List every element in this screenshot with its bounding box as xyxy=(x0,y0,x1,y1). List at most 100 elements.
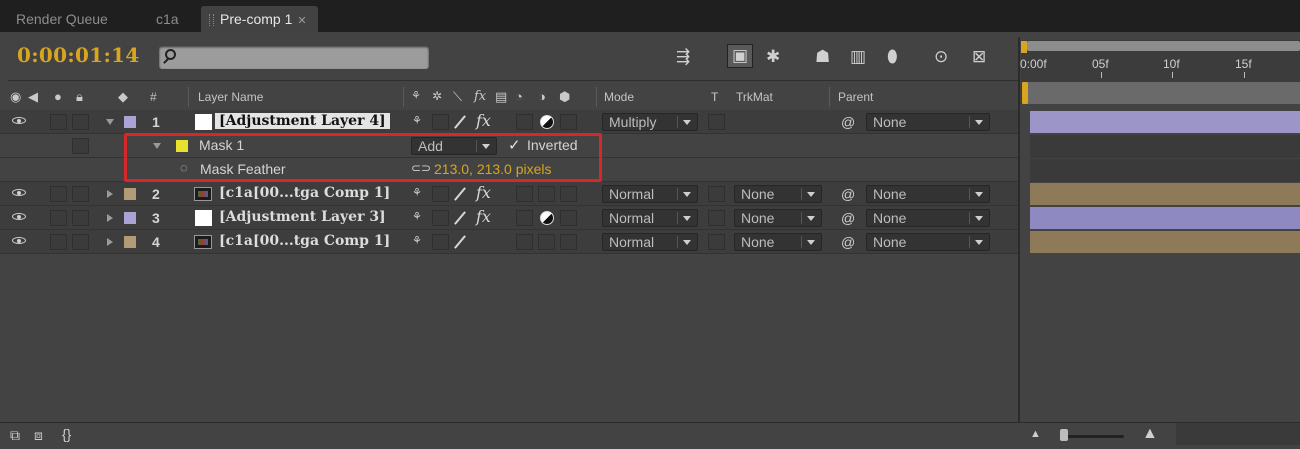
parent-dropdown[interactable]: None xyxy=(866,113,990,131)
pick-whip-icon[interactable]: @ xyxy=(841,210,855,226)
composition-mini-flowchart-icon[interactable]: ⇶ xyxy=(676,47,690,67)
zoom-slider[interactable] xyxy=(1060,435,1124,438)
shy-icon[interactable]: ⚘ xyxy=(412,210,422,223)
grip-icon[interactable] xyxy=(209,14,214,27)
draft-3d-icon[interactable]: ▣ xyxy=(727,44,753,68)
current-time-indicator[interactable] xyxy=(1022,82,1028,104)
label-color-swatch[interactable] xyxy=(124,188,136,200)
tab-c1a[interactable]: c1a xyxy=(148,6,187,32)
quality-icon[interactable] xyxy=(454,235,466,249)
layer-duration-bar[interactable] xyxy=(1030,207,1300,229)
adjustment-layer-icon[interactable] xyxy=(540,115,554,129)
lock-toggle[interactable] xyxy=(72,234,89,250)
transfer-controls-toggle-icon[interactable]: ⧈ xyxy=(34,427,43,444)
3d-layer-switch[interactable] xyxy=(560,210,577,226)
mode-header[interactable]: Mode xyxy=(604,90,634,104)
collapse-switch[interactable] xyxy=(432,186,449,202)
layer-name-header[interactable]: Layer Name xyxy=(198,90,263,104)
track-matte-dropdown[interactable]: None xyxy=(734,185,822,203)
solo-toggle[interactable] xyxy=(50,114,67,130)
3d-layer-switch[interactable] xyxy=(560,114,577,130)
eye-icon[interactable] xyxy=(11,211,27,221)
label-color-swatch[interactable] xyxy=(124,116,136,128)
expand-twirl-icon[interactable] xyxy=(106,119,114,125)
adjustment-layer-icon[interactable] xyxy=(540,211,554,225)
adjustment-switch[interactable] xyxy=(538,186,555,202)
effects-icon[interactable]: fx xyxy=(476,111,491,130)
layer-duration-bar[interactable] xyxy=(1030,111,1300,133)
motion-blur-icon[interactable]: ▥ xyxy=(850,47,866,67)
pick-whip-icon[interactable]: @ xyxy=(841,114,855,130)
blend-mode-dropdown[interactable]: Multiply xyxy=(602,113,698,131)
layer-name[interactable]: [Adjustment Layer 4] xyxy=(215,113,390,129)
search-input[interactable] xyxy=(159,46,429,69)
motion-blur-switch[interactable] xyxy=(516,114,533,130)
quality-icon[interactable] xyxy=(454,211,466,225)
track-matte-dropdown[interactable]: None xyxy=(734,209,822,227)
preserve-transparency-checkbox[interactable] xyxy=(708,114,725,130)
expand-twirl-icon[interactable] xyxy=(107,214,113,222)
tab-render-queue[interactable]: Render Queue xyxy=(8,6,116,32)
tab-pre-comp-1[interactable]: Pre-comp 1 ✕ xyxy=(201,6,318,32)
chart-toggle-icon[interactable]: ⊠ xyxy=(972,47,986,67)
collapse-switch[interactable] xyxy=(432,210,449,226)
layer-switches-toggle-icon[interactable]: ⧉ xyxy=(10,427,20,444)
quality-icon[interactable] xyxy=(454,115,466,129)
brainstorm-icon[interactable]: ⬮ xyxy=(887,47,898,67)
motion-blur-switch[interactable] xyxy=(516,186,533,202)
effects-icon[interactable]: fx xyxy=(476,183,491,202)
lock-toggle[interactable] xyxy=(72,138,89,154)
layer-name[interactable]: [c1a[00...tga Comp 1] xyxy=(219,185,390,201)
collapse-switch[interactable] xyxy=(432,114,449,130)
time-navigator[interactable] xyxy=(1028,82,1300,104)
eye-icon[interactable] xyxy=(11,115,27,125)
label-color-swatch[interactable] xyxy=(124,236,136,248)
expand-twirl-icon[interactable] xyxy=(107,238,113,246)
eye-icon[interactable] xyxy=(11,235,27,245)
preserve-transparency-checkbox[interactable] xyxy=(708,186,725,202)
quality-icon[interactable] xyxy=(454,187,466,201)
parent-dropdown[interactable]: None xyxy=(866,185,990,203)
graph-editor-icon[interactable]: ⊙ xyxy=(934,47,948,67)
layer-row[interactable]: 4 [c1a[00...tga Comp 1] ⚘ Normal None @ … xyxy=(0,230,1018,254)
hide-shy-layers-icon[interactable]: ✱ xyxy=(766,47,780,67)
close-icon[interactable]: ✕ xyxy=(297,15,306,27)
track-matte-header[interactable]: TrkMat xyxy=(736,90,773,104)
layer-row[interactable]: 3 [Adjustment Layer 3] ⚘ fx Normal None … xyxy=(0,206,1018,230)
parent-dropdown[interactable]: None xyxy=(866,233,990,251)
layer-row[interactable]: 2 [c1a[00...tga Comp 1] ⚘ fx Normal None… xyxy=(0,182,1018,206)
blend-mode-dropdown[interactable]: Normal xyxy=(602,209,698,227)
shy-icon[interactable]: ⚘ xyxy=(412,114,422,127)
layer-name[interactable]: [c1a[00...tga Comp 1] xyxy=(219,233,390,249)
solo-toggle[interactable] xyxy=(50,186,67,202)
solo-toggle[interactable] xyxy=(50,210,67,226)
work-area-bar[interactable] xyxy=(1027,41,1300,51)
parent-header[interactable]: Parent xyxy=(838,90,873,104)
effects-icon[interactable]: fx xyxy=(476,207,491,226)
track-matte-dropdown[interactable]: None xyxy=(734,233,822,251)
zoom-out-icon[interactable]: ▲ xyxy=(1030,428,1041,440)
shy-icon[interactable]: ⚘ xyxy=(412,186,422,199)
preserve-transparency-checkbox[interactable] xyxy=(708,234,725,250)
zoom-slider-thumb[interactable] xyxy=(1060,429,1068,441)
pick-whip-icon[interactable]: @ xyxy=(841,234,855,250)
in-out-toggle-icon[interactable]: {} xyxy=(62,426,71,442)
solo-toggle[interactable] xyxy=(50,234,67,250)
expand-twirl-icon[interactable] xyxy=(107,190,113,198)
motion-blur-switch[interactable] xyxy=(516,210,533,226)
lock-toggle[interactable] xyxy=(72,114,89,130)
layer-name[interactable]: [Adjustment Layer 3] xyxy=(219,209,386,225)
label-color-swatch[interactable] xyxy=(124,212,136,224)
layer-row[interactable]: 1 [Adjustment Layer 4] ⚘ fx Multiply @ N… xyxy=(0,110,1018,134)
parent-dropdown[interactable]: None xyxy=(866,209,990,227)
3d-layer-switch[interactable] xyxy=(560,186,577,202)
pick-whip-icon[interactable]: @ xyxy=(841,186,855,202)
adjustment-switch[interactable] xyxy=(538,234,555,250)
preserve-transparency-checkbox[interactable] xyxy=(708,210,725,226)
collapse-switch[interactable] xyxy=(432,234,449,250)
frame-blending-icon[interactable]: ☗ xyxy=(815,47,830,67)
horizontal-scrollbar[interactable] xyxy=(1176,423,1300,445)
3d-layer-switch[interactable] xyxy=(560,234,577,250)
work-area-start-handle[interactable] xyxy=(1021,41,1027,53)
lock-toggle[interactable] xyxy=(72,186,89,202)
